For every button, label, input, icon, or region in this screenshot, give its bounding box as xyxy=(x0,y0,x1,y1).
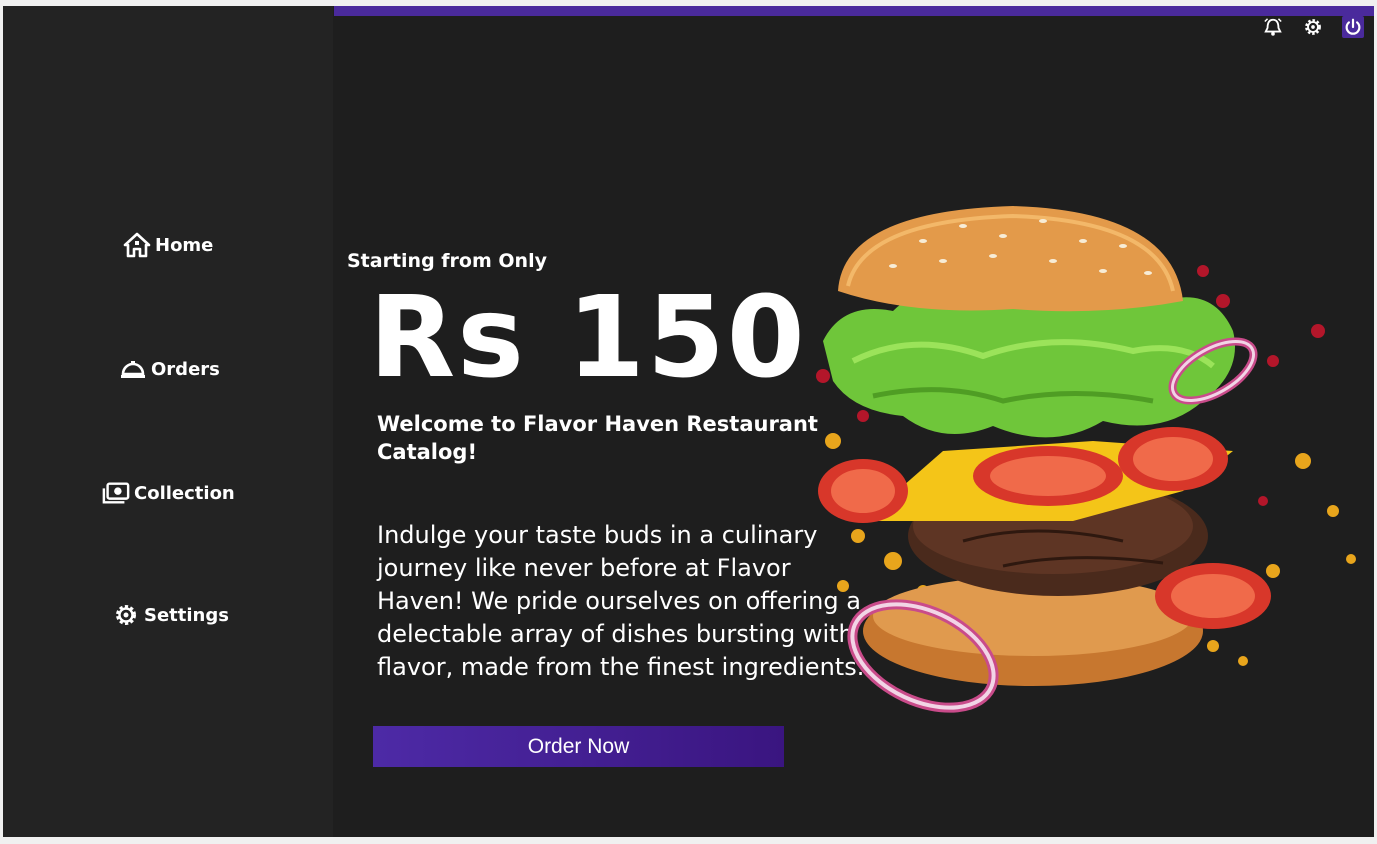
power-icon[interactable] xyxy=(1342,16,1364,38)
gear-icon[interactable] xyxy=(1302,16,1324,38)
header-icons xyxy=(1262,16,1364,38)
cloche-icon xyxy=(121,361,145,378)
order-now-button[interactable]: Order Now xyxy=(373,726,784,767)
sidebar-item-label: Orders xyxy=(151,358,220,380)
burger-image xyxy=(816,206,1356,713)
welcome-heading: Welcome to Flavor Haven Restaurant Catal… xyxy=(377,412,818,465)
top-accent-bar xyxy=(334,6,1374,16)
sidebar: Home Orders Collection Settings xyxy=(3,6,333,837)
price-heading: Rs 150 xyxy=(369,273,807,403)
sidebar-item-label: Home xyxy=(155,234,214,256)
description-text: Indulge your taste buds in a culinary jo… xyxy=(377,521,865,682)
app-window: Home Orders Collection Settings Starting… xyxy=(3,6,1374,837)
sidebar-item-settings[interactable]: Settings xyxy=(112,602,229,628)
home-icon xyxy=(123,232,151,258)
sidebar-item-label: Settings xyxy=(144,604,229,626)
sidebar-item-orders[interactable]: Orders xyxy=(119,356,220,382)
money-icon xyxy=(102,482,130,504)
sidebar-item-label: Collection xyxy=(134,482,235,504)
starting-from-label: Starting from Only xyxy=(347,250,547,272)
sidebar-item-home[interactable]: Home xyxy=(123,232,213,258)
gear-icon xyxy=(116,605,136,625)
sidebar-item-collection[interactable]: Collection xyxy=(102,480,235,506)
bell-icon[interactable] xyxy=(1262,16,1284,38)
